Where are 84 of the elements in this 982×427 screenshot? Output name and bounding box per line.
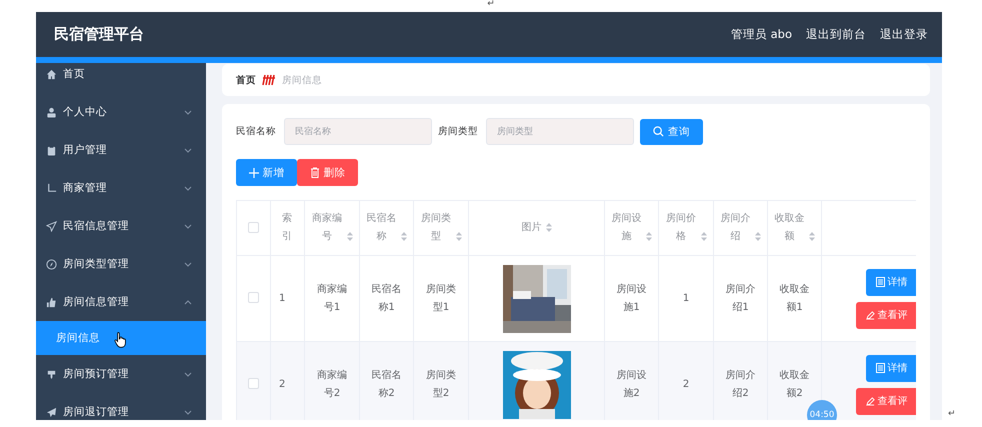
home-icon xyxy=(46,68,57,80)
table-cell-text: 房间介绍2 xyxy=(725,368,756,400)
chevron-up-icon xyxy=(184,300,192,304)
table-cell-text: 房间类型1 xyxy=(426,282,456,314)
menu-item[interactable]: 首页 xyxy=(36,63,206,93)
table-cell-text: 商家编号1 xyxy=(316,282,348,314)
header-link[interactable]: 退出到前台 xyxy=(806,27,866,42)
table-cell-text: 收取金额2 xyxy=(779,368,810,400)
sort-icon xyxy=(809,232,815,241)
table-cell-text: 2 xyxy=(682,378,690,392)
separator-icon xyxy=(262,74,276,86)
hand-cursor-icon xyxy=(114,331,128,348)
menu-item[interactable]: 个人中心 xyxy=(36,93,206,131)
chevron-down-icon xyxy=(184,410,192,414)
sort-icon xyxy=(755,232,761,241)
pencil-icon xyxy=(866,310,874,320)
crop-icon xyxy=(46,182,57,194)
table-cell-text: 民宿名称1 xyxy=(371,282,402,314)
submenu-item[interactable]: 房间信息 xyxy=(36,321,206,355)
sort-icon xyxy=(346,232,352,241)
review-button[interactable]: 查看评 xyxy=(856,302,916,328)
menu-item[interactable]: 房间退订管理 xyxy=(36,393,206,420)
checkbox[interactable] xyxy=(248,292,259,304)
search-field[interactable]: 民宿名称 xyxy=(284,118,432,145)
table-cell-text: 房间介绍1 xyxy=(725,282,756,314)
app-title: 民宿管理平台 xyxy=(54,25,145,44)
breadcrumb-link[interactable]: 首页 xyxy=(236,74,256,86)
document-icon xyxy=(876,277,884,287)
paper-plane-icon xyxy=(46,406,57,418)
plus-icon xyxy=(248,168,258,178)
sort-icon xyxy=(401,232,407,241)
compass-icon xyxy=(46,258,57,270)
review-button[interactable]: 查看评 xyxy=(856,388,916,414)
chevron-down-icon xyxy=(184,372,192,376)
sort-icon xyxy=(646,232,652,241)
field-label: 民宿名称 xyxy=(236,125,276,138)
header-link[interactable]: 退出登录 xyxy=(880,27,928,42)
chevron-down-icon xyxy=(184,148,192,152)
table-cell-text: 民宿名称2 xyxy=(371,368,402,400)
chevron-down-icon xyxy=(184,186,192,190)
send-icon xyxy=(46,220,57,232)
pencil-icon xyxy=(866,396,874,406)
search-field[interactable]: 房间类型 xyxy=(486,118,634,145)
sort-icon xyxy=(456,232,462,241)
table-cell-text: 2 xyxy=(279,378,286,392)
search-button[interactable]: 查询 xyxy=(640,118,703,144)
breadcrumb-current: 房间信息 xyxy=(282,74,322,86)
table-cell-text: 1 xyxy=(279,292,286,306)
column-header[interactable]: 图片 xyxy=(522,219,552,237)
detail-button[interactable]: 详情 xyxy=(866,268,916,296)
checkbox[interactable] xyxy=(248,378,259,390)
menu-item[interactable]: 用户管理 xyxy=(36,131,206,169)
menu-item[interactable]: 民宿信息管理 xyxy=(36,207,206,245)
table-cell-text: 1 xyxy=(682,292,690,306)
table-cell-text: 房间设施1 xyxy=(616,282,647,314)
table-cell-text: 商家编号2 xyxy=(316,368,348,400)
column-header: 索引 xyxy=(282,212,293,244)
trash-icon xyxy=(310,167,320,178)
table-cell-text: 收取金额1 xyxy=(779,282,810,314)
field-label: 房间类型 xyxy=(438,125,478,138)
menu-item[interactable]: 商家管理 xyxy=(36,169,206,207)
clipboard-icon xyxy=(46,144,57,156)
document-icon xyxy=(876,363,884,373)
checkbox[interactable] xyxy=(248,222,259,233)
detail-button[interactable]: 详情 xyxy=(866,354,916,382)
user-menu[interactable]: 管理员 abo xyxy=(730,27,792,42)
user-icon xyxy=(46,106,57,118)
table-cell-text: 房间设施2 xyxy=(616,368,647,400)
chevron-down-icon xyxy=(184,224,192,228)
sort-icon xyxy=(700,232,706,241)
pin-icon xyxy=(46,368,57,380)
menu-item[interactable]: 房间预订管理 xyxy=(36,355,206,393)
delete-button[interactable]: 删除 xyxy=(297,159,358,186)
menu-item[interactable]: 房间信息管理 xyxy=(36,283,206,321)
add-button[interactable]: 新增 xyxy=(236,159,297,186)
thumb-up-icon xyxy=(46,296,57,308)
chevron-down-icon xyxy=(184,110,192,114)
menu-item[interactable]: 房间类型管理 xyxy=(36,245,206,283)
search-icon xyxy=(653,126,664,137)
return-mark: ↵ xyxy=(948,409,956,419)
chevron-down-icon xyxy=(184,262,192,266)
return-mark: ↵ xyxy=(487,0,495,11)
table-cell-text: 房间类型2 xyxy=(426,368,456,400)
sort-icon xyxy=(546,222,552,232)
